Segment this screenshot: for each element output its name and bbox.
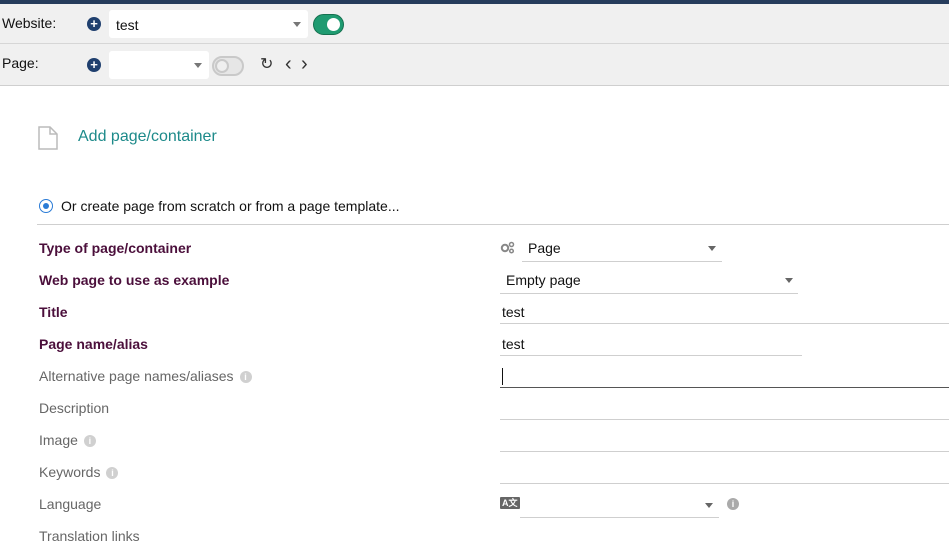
radio-dot: [43, 203, 49, 209]
field-underline: [500, 419, 949, 420]
field-underline: [522, 261, 722, 262]
toggle-knob: [215, 59, 229, 73]
language-label: Language: [39, 496, 102, 512]
example-select-value: Empty page: [506, 272, 581, 288]
description-input[interactable]: [500, 396, 949, 420]
gears-icon: [500, 241, 515, 254]
type-label: Type of page/container: [39, 240, 192, 256]
chevron-down-icon: [705, 503, 713, 508]
title-label: Title: [39, 304, 68, 320]
create-from-scratch-radio[interactable]: [39, 199, 53, 213]
add-page-icon[interactable]: +: [87, 58, 101, 72]
info-icon[interactable]: i: [83, 435, 96, 447]
field-underline: [520, 517, 719, 518]
image-label-text: Image: [39, 432, 78, 448]
alias-label: Page name/alias: [39, 336, 148, 352]
page-bar: Page: + ↻ ‹ ›: [0, 44, 949, 86]
website-bar: Website: + test: [0, 4, 949, 44]
chevron-down-icon: [708, 246, 716, 251]
info-icon[interactable]: i: [106, 467, 119, 479]
field-underline: [500, 323, 949, 324]
example-label: Web page to use as example: [39, 272, 230, 288]
page-label: Page:: [2, 55, 39, 71]
website-select-value: test: [116, 17, 139, 33]
language-icon: A文: [500, 497, 520, 509]
toggle-knob: [327, 18, 340, 31]
alt-alias-label: Alternative page names/aliases i: [39, 368, 252, 384]
info-icon[interactable]: i: [727, 498, 739, 510]
chevron-right-icon[interactable]: ›: [301, 54, 308, 74]
description-label: Description: [39, 400, 110, 416]
title-input[interactable]: test: [500, 300, 949, 324]
add-website-icon[interactable]: +: [87, 17, 101, 31]
chevron-down-icon: [293, 22, 301, 27]
title-input-value: test: [502, 304, 525, 320]
file-icon[interactable]: [38, 126, 58, 150]
info-icon[interactable]: i: [239, 371, 252, 383]
translation-label: Translation links: [39, 528, 140, 544]
alias-input-value: test: [502, 336, 525, 352]
alt-alias-label-text: Alternative page names/aliases: [39, 368, 234, 384]
create-from-scratch-label: Or create page from scratch or from a pa…: [61, 198, 400, 214]
add-page-link[interactable]: Add page/container: [78, 128, 217, 146]
image-label: Image i: [39, 432, 96, 448]
chevron-left-icon[interactable]: ‹: [285, 54, 292, 74]
alt-alias-input[interactable]: [500, 364, 949, 388]
field-underline: [500, 387, 949, 388]
website-label: Website:: [2, 15, 57, 31]
page-select[interactable]: [109, 51, 209, 79]
alias-input[interactable]: test: [500, 332, 802, 356]
chevron-down-icon: [785, 278, 793, 283]
language-select[interactable]: [520, 492, 719, 518]
keywords-input[interactable]: [500, 460, 949, 484]
chevron-down-icon: [194, 63, 202, 68]
page-toggle[interactable]: [212, 56, 244, 76]
website-toggle[interactable]: [313, 14, 344, 35]
field-underline: [500, 293, 798, 294]
field-underline: [500, 355, 802, 356]
keywords-label: Keywords i: [39, 464, 119, 480]
type-select[interactable]: Page: [522, 236, 722, 262]
website-select[interactable]: test: [109, 10, 308, 38]
text-caret: [502, 368, 503, 385]
image-input[interactable]: [500, 428, 949, 452]
field-underline: [500, 451, 949, 452]
type-select-value: Page: [528, 240, 561, 256]
section-divider: [37, 224, 949, 225]
field-underline: [500, 483, 949, 484]
example-select[interactable]: Empty page: [500, 268, 798, 294]
keywords-label-text: Keywords: [39, 464, 101, 480]
refresh-icon[interactable]: ↻: [260, 57, 273, 73]
